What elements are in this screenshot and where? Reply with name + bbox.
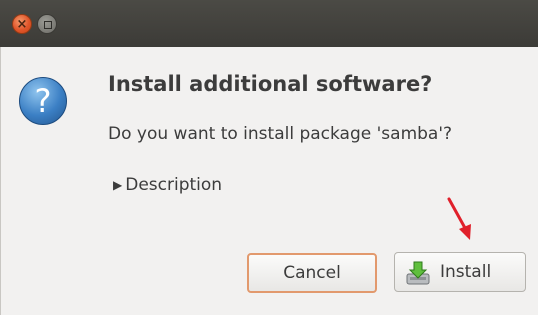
expander-label: Description bbox=[125, 175, 223, 195]
dialog-title: Install additional software? bbox=[108, 72, 433, 96]
cancel-button[interactable]: Cancel bbox=[247, 253, 377, 293]
install-button[interactable]: Install bbox=[394, 252, 526, 292]
title-bar[interactable]: × bbox=[0, 0, 538, 47]
maximize-icon[interactable] bbox=[37, 14, 57, 34]
dialog-message: Do you want to install package 'samba'? bbox=[108, 124, 453, 144]
description-expander[interactable]: ▶ Description bbox=[113, 175, 222, 195]
question-icon: ? bbox=[19, 77, 67, 125]
install-label: Install bbox=[440, 262, 492, 282]
expander-triangle-icon: ▶ bbox=[113, 178, 123, 192]
package-install-icon bbox=[406, 261, 430, 285]
close-icon[interactable]: × bbox=[12, 14, 32, 34]
